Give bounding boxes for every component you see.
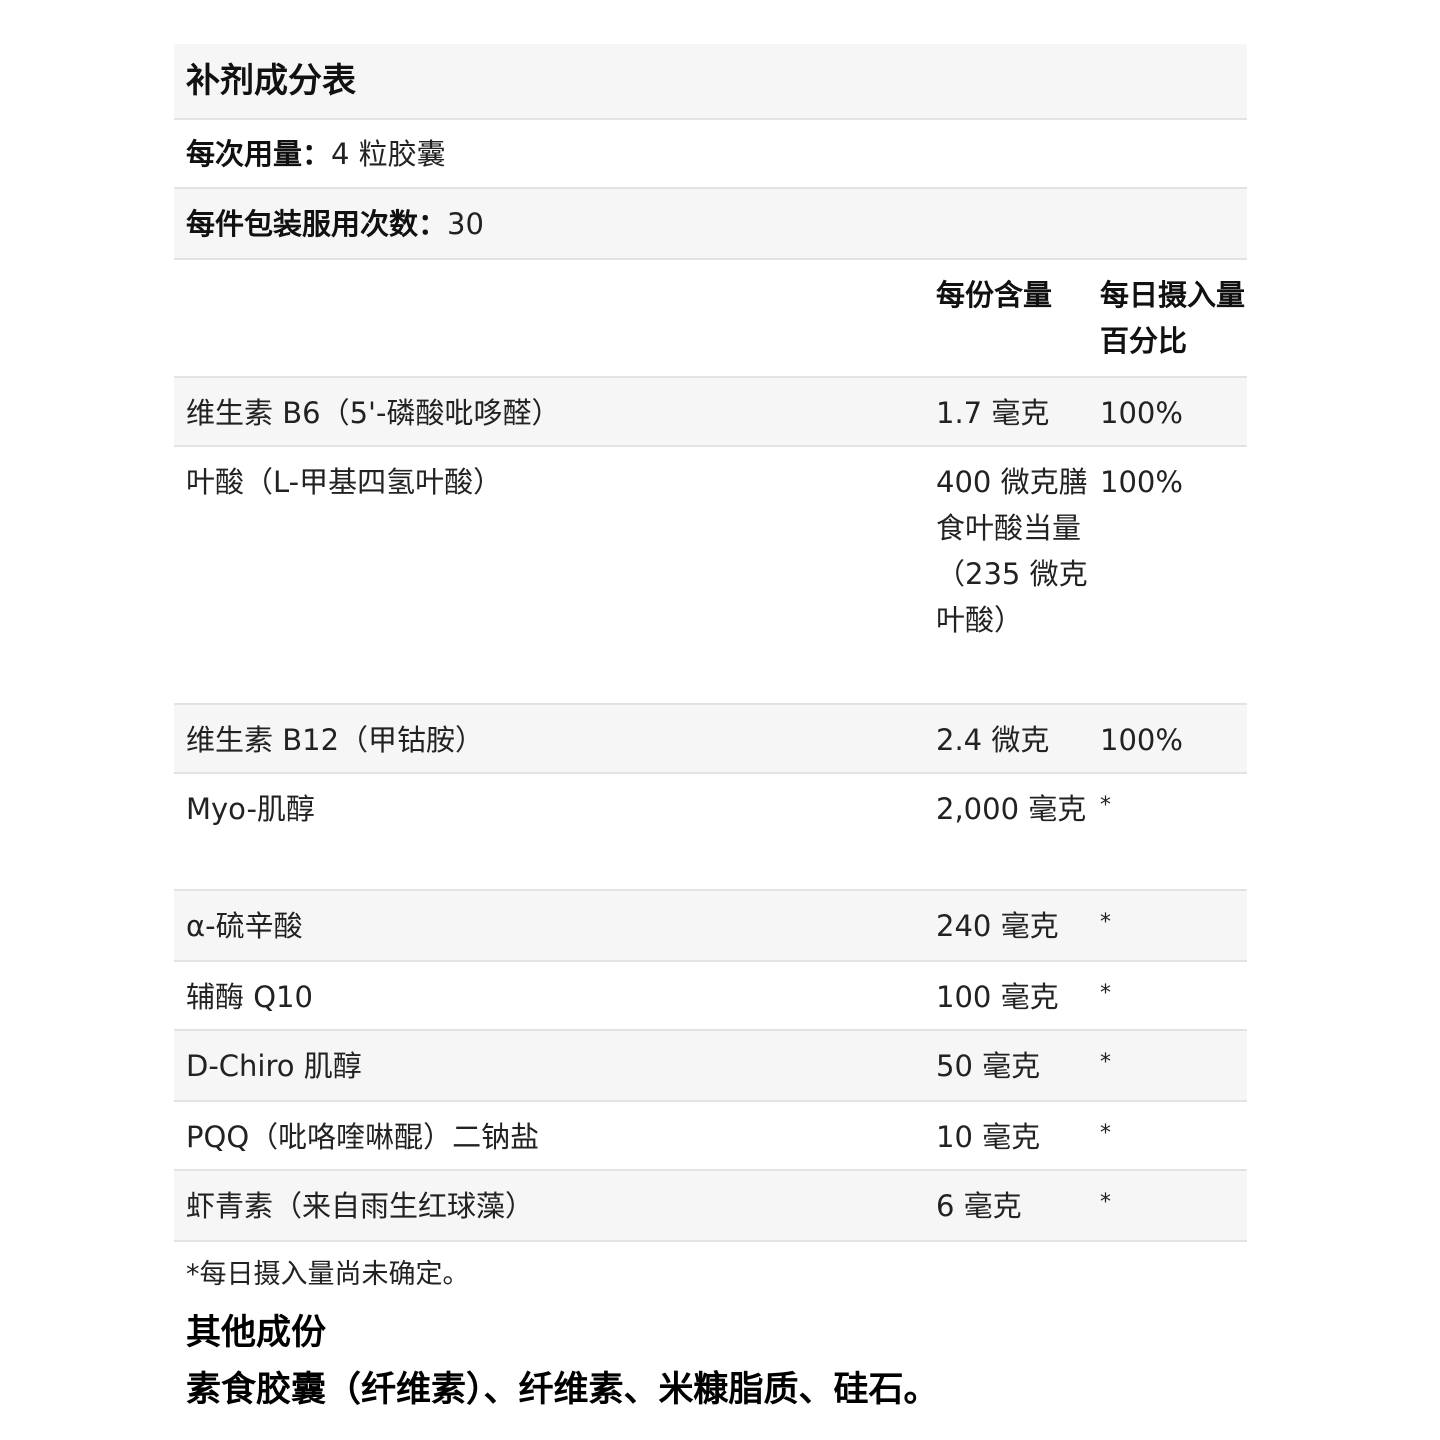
ingredient-name: 维生素 B6（5'-磷酸吡哆醛） <box>186 396 561 430</box>
header-daily-value: 每日摄入量百分比 <box>1100 278 1246 358</box>
table-row: D-Chiro 肌醇 50 毫克 * <box>174 1031 1247 1102</box>
serving-size-label: 每次用量： <box>186 136 332 171</box>
table-title: 补剂成分表 <box>174 44 1247 120</box>
ingredient-daily-value: 100% <box>1100 723 1183 757</box>
ingredient-amount: 2,000 毫克 <box>936 792 1087 826</box>
servings-per-container-row: 每件包装服用次数： 30 <box>174 189 1247 260</box>
table-row: PQQ（吡咯喹啉醌）二钠盐 10 毫克 * <box>174 1102 1247 1171</box>
servings-value: 30 <box>447 206 484 241</box>
ingredient-daily-value: * <box>1100 1121 1111 1146</box>
ingredient-amount: 100 毫克 <box>936 980 1059 1014</box>
supplement-facts-table: 补剂成分表 每次用量： 4 粒胶囊 每件包装服用次数： 30 每份含量 每日摄入… <box>174 44 1247 1242</box>
ingredient-name: 叶酸（L-甲基四氢叶酸） <box>186 465 503 499</box>
ingredient-name: α-硫辛酸 <box>186 909 303 943</box>
table-row: α-硫辛酸 240 毫克 * <box>174 891 1247 962</box>
ingredient-name: D-Chiro 肌醇 <box>186 1049 362 1083</box>
other-ingredients-title: 其他成份 <box>186 1313 327 1353</box>
ingredient-name: PQQ（吡咯喹啉醌）二钠盐 <box>186 1120 540 1154</box>
ingredient-name: 辅酶 Q10 <box>186 980 313 1014</box>
ingredient-daily-value: 100% <box>1100 396 1183 430</box>
ingredient-amount: 50 毫克 <box>936 1049 1041 1083</box>
ingredient-name: 维生素 B12（甲钴胺） <box>186 723 485 757</box>
header-name-cell <box>174 272 924 376</box>
ingredient-amount: 10 毫克 <box>936 1120 1041 1154</box>
ingredient-daily-value: * <box>1100 910 1111 935</box>
ingredient-amount: 2.4 微克 <box>936 723 1050 757</box>
table-row: 虾青素（来自雨生红球藻） 6 毫克 * <box>174 1171 1247 1242</box>
ingredient-amount: 400 微克膳食叶酸当量（235 微克叶酸） <box>936 465 1088 637</box>
ingredient-daily-value: 100% <box>1100 465 1183 499</box>
other-ingredients-text: 素食胶囊（纤维素）、纤维素、米糠脂质、硅石。 <box>186 1370 939 1410</box>
table-header-row: 每份含量 每日摄入量百分比 <box>174 260 1247 378</box>
table-row: 叶酸（L-甲基四氢叶酸） 400 微克膳食叶酸当量（235 微克叶酸） 100% <box>174 447 1247 705</box>
ingredient-daily-value: * <box>1100 981 1111 1006</box>
ingredient-amount: 6 毫克 <box>936 1189 1022 1223</box>
table-row: 辅酶 Q10 100 毫克 * <box>174 962 1247 1031</box>
ingredient-amount: 1.7 毫克 <box>936 396 1050 430</box>
servings-label: 每件包装服用次数： <box>186 206 448 241</box>
table-row: 维生素 B12（甲钴胺） 2.4 微克 100% <box>174 705 1247 774</box>
ingredient-amount: 240 毫克 <box>936 909 1059 943</box>
serving-size-value: 4 粒胶囊 <box>331 136 446 171</box>
ingredient-name: 虾青素（来自雨生红球藻） <box>186 1189 535 1223</box>
table-row: Myo-肌醇 2,000 毫克 * <box>174 774 1247 891</box>
ingredient-name: Myo-肌醇 <box>186 792 315 826</box>
ingredient-daily-value: * <box>1100 1050 1111 1075</box>
serving-size-row: 每次用量： 4 粒胶囊 <box>174 120 1247 189</box>
ingredient-daily-value: * <box>1100 793 1111 818</box>
table-row: 维生素 B6（5'-磷酸吡哆醛） 1.7 毫克 100% <box>174 378 1247 447</box>
header-amount: 每份含量 <box>936 278 1053 312</box>
daily-value-footnote: *每日摄入量尚未确定。 <box>186 1259 470 1290</box>
ingredient-daily-value: * <box>1100 1190 1111 1215</box>
